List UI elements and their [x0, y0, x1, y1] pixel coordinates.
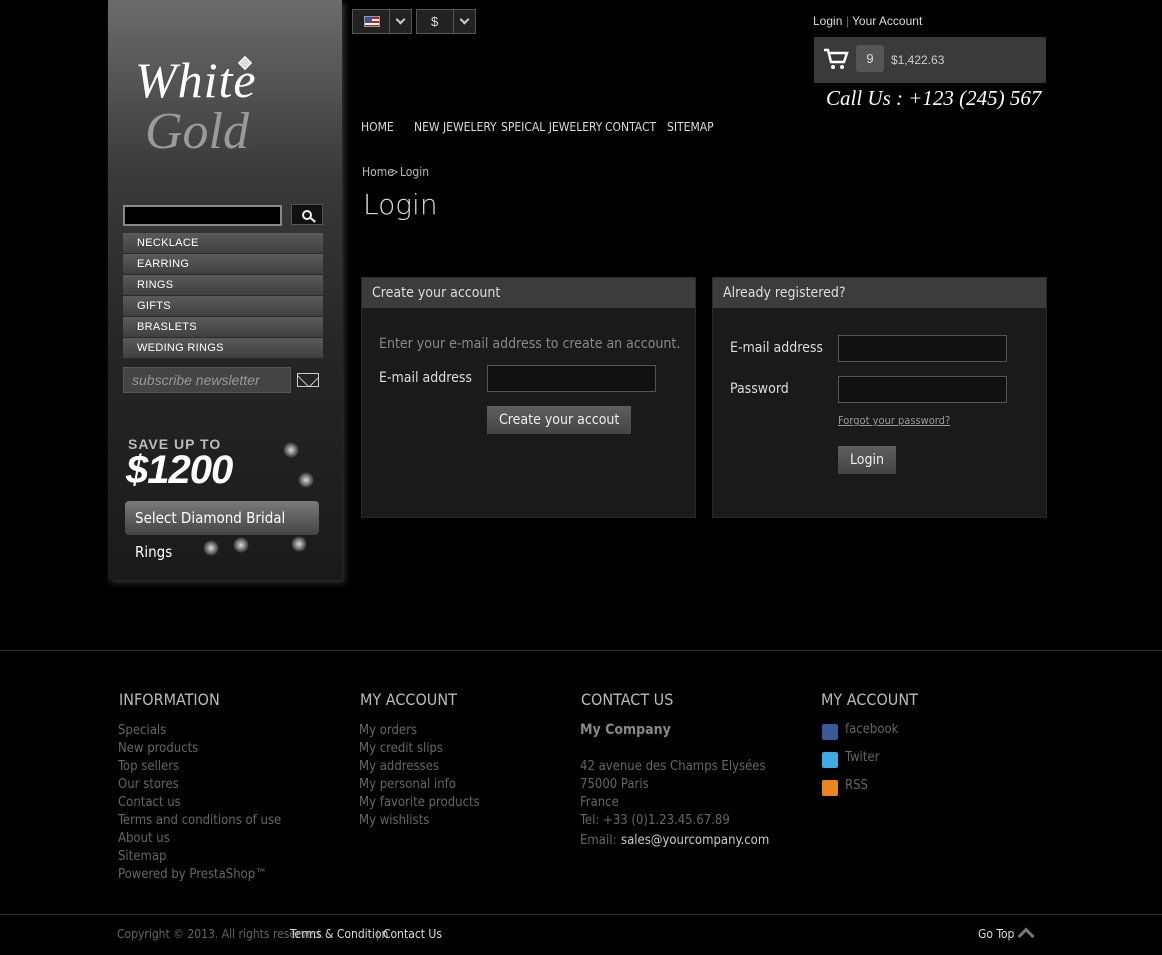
- breadcrumb-home[interactable]: Home: [362, 165, 394, 179]
- separator: |: [846, 14, 850, 28]
- footer-link-sitemap[interactable]: Sitemap: [118, 848, 281, 866]
- logo-text-white[interactable]: White: [135, 50, 257, 110]
- login-email-field[interactable]: [838, 335, 1007, 362]
- diamond-icon: [298, 472, 314, 488]
- search-input[interactable]: [123, 205, 282, 226]
- create-account-panel: Create your account: [361, 277, 696, 518]
- page-title: Login: [363, 188, 438, 221]
- forgot-password-link[interactable]: Forgot your password?: [838, 414, 950, 427]
- footer-city: 75000 Paris: [580, 777, 649, 792]
- footer-country: France: [580, 795, 619, 810]
- chevron-down-icon: [459, 14, 470, 25]
- footer-social-heading: MY ACCOUNT: [821, 690, 918, 709]
- breadcrumb-separator: >: [391, 165, 399, 179]
- create-account-heading: Create your account: [362, 278, 695, 308]
- create-email-label: E-mail address: [379, 370, 472, 386]
- newsletter-input[interactable]: subscribe newsletter: [123, 367, 291, 393]
- footer-email-link[interactable]: sales@yourcompany.com: [621, 833, 769, 848]
- search-button[interactable]: [291, 204, 323, 225]
- diamond-icon: [291, 536, 307, 552]
- promo-button[interactable]: Select Diamond Bridal Rings: [125, 501, 319, 561]
- footer-divider: [0, 650, 1162, 651]
- rss-icon[interactable]: [822, 780, 838, 796]
- phone-number: Call Us : +123 (245) 567: [826, 86, 1042, 110]
- footer-tel: Tel: +33 (0)1.23.45.67.89: [580, 813, 730, 828]
- newsletter-submit-button[interactable]: [293, 367, 323, 393]
- arrow-up-icon[interactable]: [1017, 927, 1035, 945]
- separator: |: [376, 927, 380, 941]
- nav-speical-jewelery[interactable]: SPEICAL JEWELERY: [501, 120, 602, 134]
- category-rings[interactable]: RINGS: [123, 275, 323, 296]
- chevron-down-icon: [395, 14, 406, 25]
- password-label: Password: [730, 381, 789, 397]
- footer-company: My Company: [580, 722, 671, 738]
- login-button[interactable]: Login: [838, 446, 896, 474]
- category-braslets[interactable]: BRASLETS: [123, 317, 323, 338]
- category-gifts[interactable]: GIFTS: [123, 296, 323, 317]
- footer-link-favorite-products[interactable]: My favorite products: [359, 794, 480, 812]
- category-necklace[interactable]: NECKLACE: [123, 233, 323, 254]
- category-earring[interactable]: EARRING: [123, 254, 323, 275]
- your-account-link[interactable]: Your Account: [852, 14, 922, 28]
- breadcrumb-current: Login: [400, 165, 430, 179]
- logo-text-gold[interactable]: Gold: [145, 102, 249, 162]
- footer-contact-heading: CONTACT US: [581, 690, 674, 709]
- footer-information-heading: INFORMATION: [119, 690, 220, 709]
- contact-us-link[interactable]: Contact Us: [383, 927, 442, 941]
- create-account-intro: Enter your e-mail address to create an a…: [379, 336, 681, 352]
- envelope-icon: [297, 373, 319, 387]
- footer-link-our-stores[interactable]: Our stores: [118, 776, 281, 794]
- category-weding-rings[interactable]: WEDING RINGS: [123, 338, 323, 359]
- language-select[interactable]: [352, 9, 412, 34]
- magnifier-icon: [302, 209, 312, 220]
- bottom-divider: [0, 914, 1162, 915]
- promo-amount: $1200: [126, 448, 233, 492]
- nav-contact[interactable]: CONTACT: [605, 120, 656, 134]
- nav-sitemap[interactable]: SITEMAP: [667, 120, 714, 134]
- cart-count-badge: 9: [856, 45, 884, 72]
- currency-select[interactable]: $: [416, 9, 476, 34]
- create-account-button[interactable]: Create your accout: [487, 406, 632, 434]
- twitter-icon[interactable]: [822, 752, 838, 768]
- footer-link-powered-by[interactable]: Powered by PrestaShop™: [118, 866, 281, 884]
- footer-link-terms[interactable]: Terms and conditions of use: [118, 812, 281, 830]
- nav-home[interactable]: HOME: [361, 120, 394, 134]
- footer-link-specials[interactable]: Specials: [118, 722, 281, 740]
- footer-link-top-sellers[interactable]: Top sellers: [118, 758, 281, 776]
- login-email-label: E-mail address: [730, 340, 823, 356]
- footer-address: 42 avenue des Champs Elysées 75000 Paris…: [580, 758, 769, 850]
- diamond-icon: [203, 540, 219, 556]
- footer-email-label: Email:: [580, 833, 617, 848]
- diamond-icon: [283, 442, 299, 458]
- us-flag-icon: [364, 16, 380, 27]
- footer-link-facebook[interactable]: facebook: [845, 722, 898, 737]
- footer-link-about-us[interactable]: About us: [118, 830, 281, 848]
- footer-link-addresses[interactable]: My addresses: [359, 758, 480, 776]
- nav-new-jewelery[interactable]: NEW JEWELERY: [414, 120, 497, 134]
- login-link[interactable]: Login: [813, 14, 842, 28]
- facebook-icon[interactable]: [822, 724, 838, 740]
- currency-symbol: $: [431, 14, 439, 29]
- footer-information-links: Specials New products Top sellers Our st…: [118, 722, 281, 884]
- footer-link-credit-slips[interactable]: My credit slips: [359, 740, 480, 758]
- footer-account-links: My orders My credit slips My addresses M…: [359, 722, 480, 830]
- footer-link-personal-info[interactable]: My personal info: [359, 776, 480, 794]
- cart-total: $1,422.63: [891, 53, 945, 67]
- footer-link-my-orders[interactable]: My orders: [359, 722, 480, 740]
- category-menu: NECKLACE EARRING RINGS GIFTS BRASLETS WE…: [123, 233, 323, 359]
- footer-street: 42 avenue des Champs Elysées: [580, 759, 766, 774]
- terms-link[interactable]: Terms & Condition: [290, 927, 388, 941]
- footer-link-rss[interactable]: RSS: [845, 778, 868, 793]
- password-field[interactable]: [838, 376, 1007, 403]
- footer-link-contact-us[interactable]: Contact us: [118, 794, 281, 812]
- footer-link-twitter[interactable]: Twiter: [845, 750, 879, 765]
- create-email-field[interactable]: [487, 365, 656, 392]
- diamond-icon: [233, 537, 249, 553]
- go-top-link[interactable]: Go Top: [978, 927, 1014, 941]
- footer-link-wishlists[interactable]: My wishlists: [359, 812, 480, 830]
- footer-link-new-products[interactable]: New products: [118, 740, 281, 758]
- login-panel-heading: Already registered?: [713, 278, 1046, 308]
- footer-account-heading: MY ACCOUNT: [360, 690, 457, 709]
- cart-icon: [824, 48, 849, 69]
